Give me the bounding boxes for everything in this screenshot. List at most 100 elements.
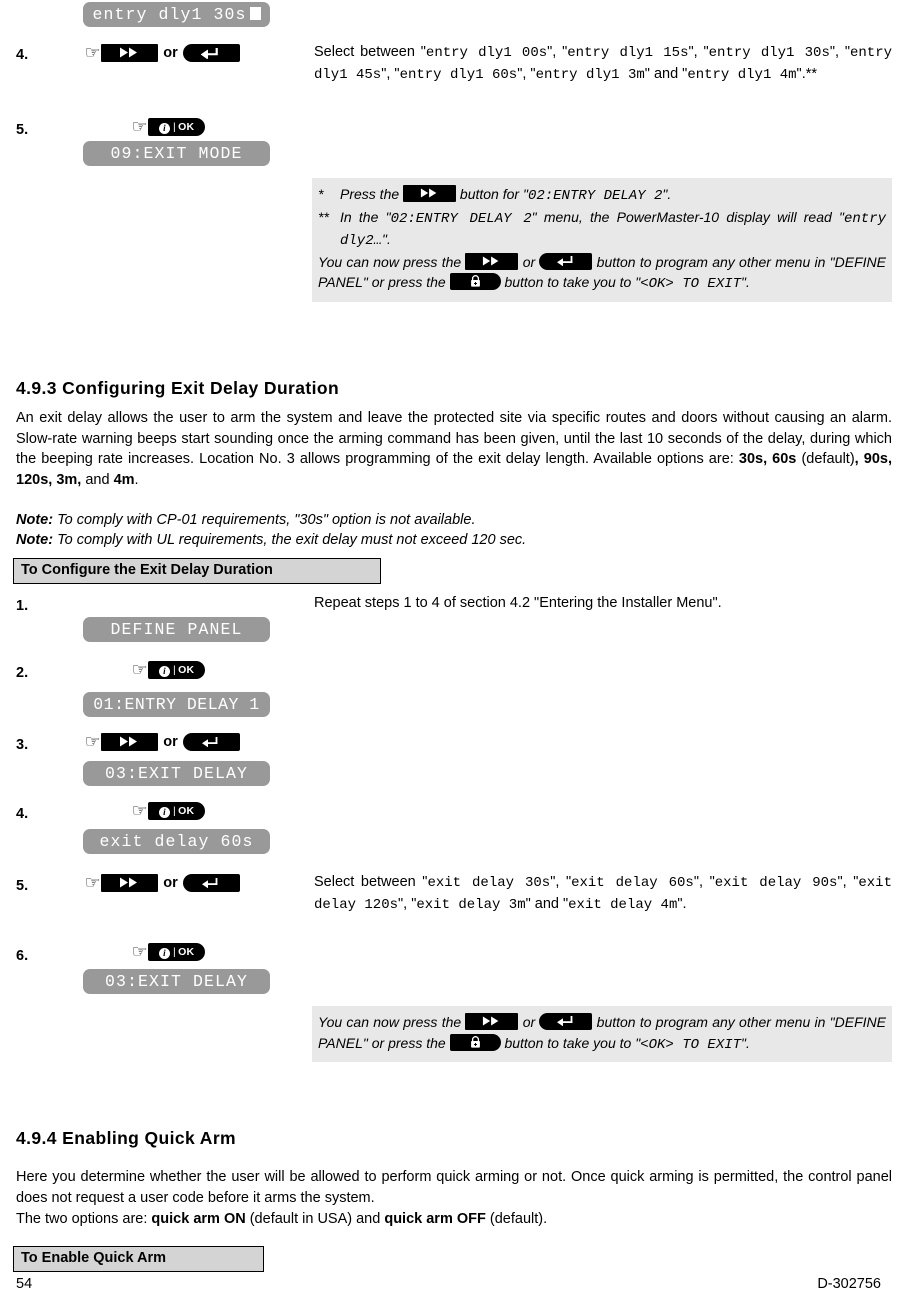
- step-4-buttons: ☞ or: [85, 44, 240, 62]
- next-button[interactable]: [403, 185, 457, 202]
- ok-button[interactable]: i | OK: [148, 118, 206, 136]
- double-right-arrow-icon: [119, 736, 137, 747]
- step-4b-buttons: ☞ i | OK: [131, 801, 206, 821]
- note-marker: *: [318, 186, 324, 202]
- step-3-buttons: ☞ or: [85, 733, 240, 751]
- back-arrow-icon: [556, 255, 573, 266]
- padlock-icon: [470, 275, 480, 287]
- lcd-cursor-block: [249, 7, 261, 20]
- or-label: or: [163, 875, 178, 891]
- back-arrow-icon: [201, 48, 219, 59]
- double-right-arrow-icon: [482, 1016, 499, 1026]
- back-button[interactable]: [182, 733, 240, 751]
- ok-button-label: i | OK: [159, 118, 194, 136]
- step-number: 5.: [16, 878, 29, 894]
- step-6-buttons: ☞ i | OK: [131, 942, 206, 962]
- caption-to-configure-exit-delay: To Configure the Exit Delay Duration: [13, 558, 381, 584]
- lock-button[interactable]: [449, 273, 501, 290]
- lcd-text: 09:EXIT MODE: [110, 144, 243, 163]
- info-icon: i: [159, 666, 171, 677]
- next-button[interactable]: [101, 874, 159, 892]
- note-line-3: You can now press the or button to progr…: [318, 252, 886, 292]
- step-5-instruction: Select between "exit delay 30s", "exit d…: [314, 874, 892, 913]
- lcd-text: DEFINE PANEL: [110, 620, 243, 639]
- lcd-display-entry-delay-1: 01:ENTRY DELAY 1: [83, 692, 270, 717]
- step-5b-buttons: ☞ or: [85, 874, 240, 892]
- ok-button-label: i | OK: [159, 661, 194, 679]
- note-marker: **: [318, 208, 329, 225]
- lcd-display-exit-delay-final: 03:EXIT DELAY: [83, 969, 270, 994]
- section-493-paragraph: An exit delay allows the user to arm the…: [16, 410, 892, 488]
- double-right-arrow-icon: [119, 877, 137, 888]
- pointing-hand-icon: ☞: [131, 801, 148, 821]
- step-number: 5.: [16, 122, 29, 138]
- section-heading-493: 4.9.3 Configuring Exit Delay Duration: [16, 378, 340, 398]
- step-2-buttons: ☞ i | OK: [131, 660, 206, 680]
- section-494-paragraph-2: The two options are: quick arm ON (defau…: [16, 1211, 548, 1227]
- step-number: 4.: [16, 47, 29, 63]
- footer-document-id: D-302756: [817, 1276, 881, 1292]
- note-text: Press the button for "02:ENTRY DELAY 2".: [340, 185, 672, 204]
- lcd-text: 03:EXIT DELAY: [104, 764, 249, 783]
- lcd-display-entry-dly1: entry dly1 30s: [83, 2, 270, 27]
- lcd-display-exit-delay-60s: exit delay 60s: [83, 829, 270, 854]
- lcd-display-exit-mode: 09:EXIT MODE: [83, 141, 270, 166]
- note-block-entry-delay: * Press the button for "02:ENTRY DELAY 2…: [312, 178, 892, 302]
- lcd-text: 03:EXIT DELAY: [104, 972, 249, 991]
- note-line-1: * Press the button for "02:ENTRY DELAY 2…: [318, 184, 886, 207]
- footer-page-number: 54: [16, 1276, 33, 1292]
- manual-page: entry dly1 30s 4. ☞ or Select between "e…: [0, 0, 897, 1299]
- pointing-hand-icon: ☞: [84, 43, 101, 63]
- back-arrow-icon: [202, 737, 218, 748]
- back-button[interactable]: [539, 1013, 593, 1030]
- section-heading-494: 4.9.4 Enabling Quick Arm: [16, 1128, 236, 1148]
- step-number: 6.: [16, 948, 29, 964]
- ok-button-label: i | OK: [159, 802, 194, 820]
- back-button[interactable]: [182, 44, 240, 62]
- pointing-hand-icon: ☞: [131, 117, 148, 137]
- info-icon: i: [159, 948, 171, 959]
- info-icon: i: [159, 807, 171, 818]
- next-button[interactable]: [101, 44, 159, 62]
- pointing-hand-icon: ☞: [131, 660, 148, 680]
- note-text: In the "02:ENTRY DELAY 2" menu, the Powe…: [340, 208, 887, 250]
- back-button[interactable]: [182, 874, 240, 892]
- ok-button-label: i | OK: [159, 943, 194, 961]
- lcd-display-exit-delay: 03:EXIT DELAY: [83, 761, 270, 786]
- note-block-exit-delay: You can now press the or button to progr…: [312, 1006, 892, 1062]
- next-button[interactable]: [101, 733, 159, 751]
- lock-button[interactable]: [449, 1033, 501, 1051]
- lcd-display-define-panel: DEFINE PANEL: [83, 617, 270, 642]
- section-494-paragraph-1: Here you determine whether the user will…: [16, 1169, 892, 1206]
- note-line-2: ** In the "02:ENTRY DELAY 2" menu, the P…: [318, 207, 886, 252]
- step-number: 3.: [16, 737, 29, 753]
- step-1-instruction: Repeat steps 1 to 4 of section 4.2 "Ente…: [314, 595, 722, 611]
- section-493-note-2: Note: To comply with UL requirements, th…: [16, 532, 527, 548]
- section-493-note-1: Note: To comply with CP-01 requirements,…: [16, 512, 476, 528]
- caption-to-enable-quick-arm: To Enable Quick Arm: [13, 1246, 264, 1272]
- lcd-text: exit delay 60s: [99, 832, 254, 851]
- step-4-instruction: Select between "entry dly1 00s", "entry …: [314, 44, 893, 83]
- next-button[interactable]: [465, 1013, 519, 1030]
- step-number: 2.: [16, 665, 29, 681]
- back-button[interactable]: [539, 252, 593, 270]
- pointing-hand-icon: ☞: [84, 873, 101, 893]
- next-button[interactable]: [465, 252, 519, 270]
- padlock-icon: [470, 1035, 480, 1048]
- back-arrow-icon: [202, 878, 218, 889]
- lcd-text: 01:ENTRY DELAY 1: [93, 695, 260, 714]
- or-label: or: [163, 734, 178, 750]
- double-right-arrow-icon: [119, 47, 137, 58]
- back-arrow-icon: [556, 1016, 573, 1027]
- pointing-hand-icon: ☞: [131, 942, 148, 962]
- step-number: 1.: [16, 598, 29, 614]
- or-label: or: [163, 45, 178, 61]
- ok-button[interactable]: i | OK: [148, 661, 206, 679]
- double-right-arrow-icon: [482, 255, 499, 266]
- double-right-arrow-icon: [420, 188, 436, 198]
- info-icon: i: [159, 123, 171, 134]
- ok-button[interactable]: i | OK: [148, 802, 206, 820]
- pointing-hand-icon: ☞: [84, 732, 101, 752]
- note-line: You can now press the or button to progr…: [318, 1013, 886, 1053]
- ok-button[interactable]: i | OK: [148, 943, 206, 961]
